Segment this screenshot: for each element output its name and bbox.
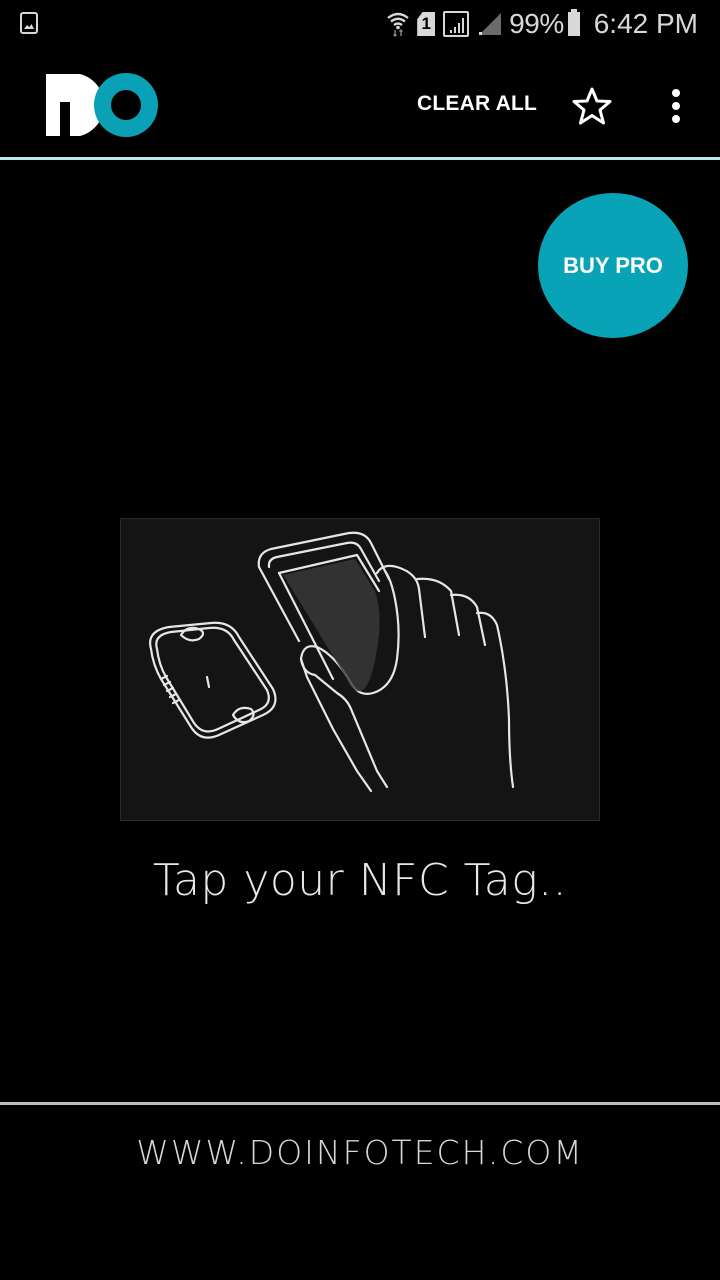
overflow-menu-button[interactable] bbox=[662, 84, 690, 128]
more-vertical-icon-dot bbox=[672, 102, 680, 110]
favorite-button[interactable] bbox=[568, 82, 616, 130]
status-bar: 1 99% 6:42 PM bbox=[0, 0, 720, 50]
sim-1-icon: 1 bbox=[417, 12, 436, 36]
app-logo bbox=[46, 72, 158, 138]
more-vertical-icon-dot bbox=[672, 89, 680, 97]
nfc-tag-drawing bbox=[149, 621, 277, 739]
tap-nfc-prompt: Tap your NFC Tag.. bbox=[152, 855, 568, 906]
gallery-notification-icon bbox=[20, 12, 38, 34]
more-vertical-icon-dot bbox=[672, 115, 680, 123]
clock: 6:42 PM bbox=[593, 8, 698, 39]
clear-all-button[interactable]: CLEAR ALL bbox=[417, 92, 537, 116]
wifi-icon bbox=[387, 11, 409, 37]
nfc-tap-illustration bbox=[120, 518, 600, 821]
footer-divider bbox=[0, 1102, 720, 1105]
signal-secondary-icon bbox=[477, 13, 502, 35]
star-outline-icon bbox=[572, 87, 612, 125]
signal-icon bbox=[443, 11, 470, 37]
website-link[interactable]: WWW.DOINFOTECH.COM bbox=[0, 1133, 720, 1172]
status-icons: 1 99% 6:42 PM bbox=[387, 6, 698, 42]
buy-pro-button[interactable]: BUY PRO bbox=[538, 193, 688, 338]
battery-icon bbox=[567, 9, 580, 36]
battery-percent: 99% bbox=[509, 8, 564, 39]
phone-screen-drawing bbox=[283, 559, 380, 692]
app-bar-divider bbox=[0, 157, 720, 160]
app-bar: CLEAR ALL bbox=[0, 50, 720, 158]
